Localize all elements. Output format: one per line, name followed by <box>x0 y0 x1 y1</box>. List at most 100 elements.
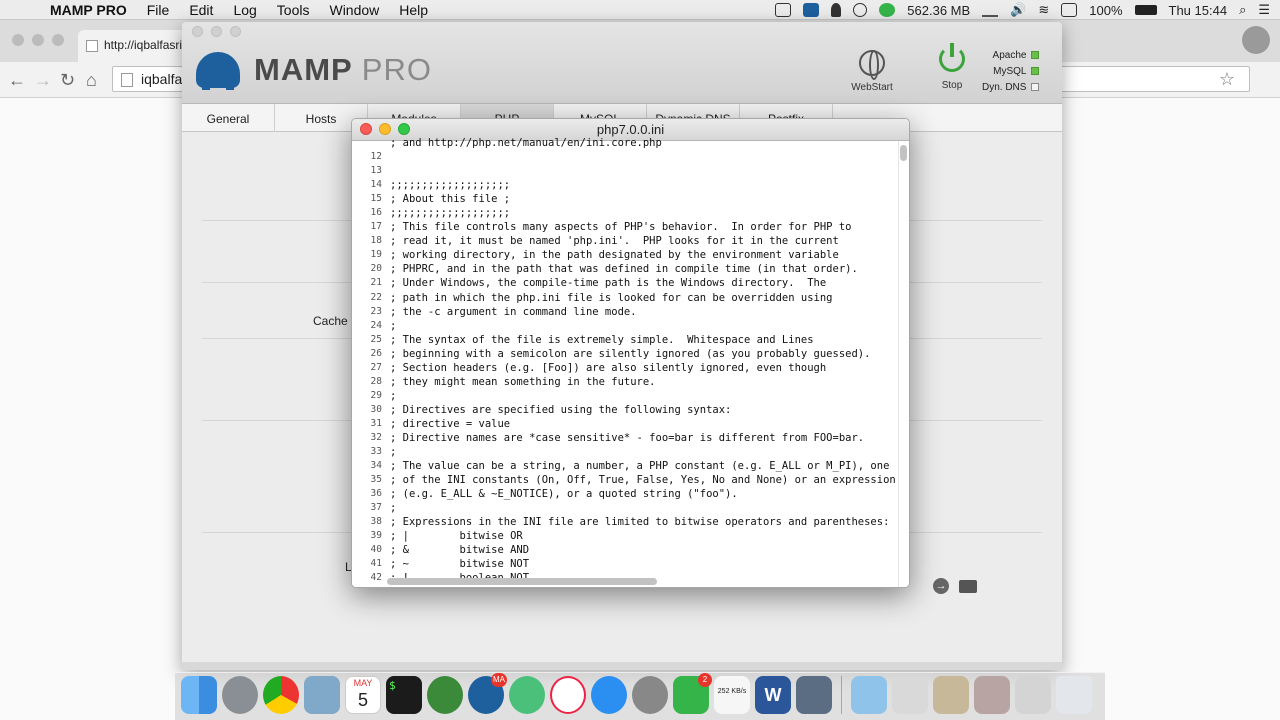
calendar-icon[interactable]: MAY 5 <box>345 676 381 714</box>
menu-tools[interactable]: Tools <box>277 2 310 18</box>
wifi-icon[interactable]: ≋ <box>1038 2 1049 18</box>
terminal-icon[interactable]: $ <box>386 676 422 714</box>
code-line[interactable]: 16;;;;;;;;;;;;;;;;;;; <box>352 206 897 220</box>
document-thumbnail-icon[interactable] <box>974 676 1010 714</box>
minimize-icon[interactable] <box>211 26 222 37</box>
menu-app-name[interactable]: MAMP PRO <box>50 2 127 18</box>
browser-tab[interactable]: http://iqbalfasri.c <box>78 30 198 62</box>
code-line[interactable]: 31 ; directive = value <box>352 417 897 431</box>
maximize-icon[interactable] <box>230 26 241 37</box>
webstart-button[interactable]: WebStart <box>844 50 900 93</box>
horizontal-scrollbar[interactable] <box>387 578 657 585</box>
code-line[interactable]: 40 ; & bitwise AND <box>352 543 897 557</box>
trash-icon[interactable] <box>1056 676 1092 714</box>
code-line[interactable]: 13 <box>352 164 897 178</box>
code-line[interactable]: 27 ; Section headers (e.g. [Foo]) are als… <box>352 361 897 375</box>
battery-icon[interactable] <box>1134 5 1157 15</box>
photo-app-icon[interactable] <box>796 676 832 714</box>
code-line[interactable]: 15 ; About this file ; <box>352 192 897 206</box>
code-line[interactable]: 33; <box>352 445 897 459</box>
code-line[interactable]: 12 <box>352 150 897 164</box>
close-icon[interactable] <box>360 123 372 135</box>
maximize-icon[interactable] <box>398 123 410 135</box>
droplet-icon[interactable] <box>853 3 868 17</box>
evernote-icon[interactable] <box>427 676 463 714</box>
volume-icon[interactable]: 🔊 <box>1010 2 1026 18</box>
atom-icon[interactable] <box>509 676 545 714</box>
code-line[interactable]: 18 ; read it, it must be named 'php.ini'.… <box>352 234 897 248</box>
bookmark-star-icon[interactable]: ☆ <box>1219 69 1235 90</box>
code-line[interactable]: 19 ; working directory, in the path desig… <box>352 248 897 262</box>
app-store-icon[interactable] <box>591 676 627 714</box>
code-line[interactable]: 38 ; Expressions in the INI file are limi… <box>352 515 897 529</box>
notes-icon[interactable] <box>1061 3 1078 17</box>
code-line[interactable]: 43 <box>352 586 897 588</box>
word-icon[interactable]: W <box>755 676 791 714</box>
reload-icon[interactable]: ↻ <box>60 70 75 91</box>
tab-general[interactable]: General <box>182 104 275 132</box>
battery-percent[interactable]: 100% <box>1089 3 1122 18</box>
camera-icon[interactable] <box>775 3 792 17</box>
code-line[interactable]: 24; <box>352 319 897 333</box>
mamp-pro-icon[interactable]: MA <box>468 673 507 714</box>
minimize-icon[interactable] <box>32 34 44 46</box>
arrow-right-icon[interactable]: → <box>933 578 949 594</box>
code-line[interactable]: 39 ; | bitwise OR <box>352 529 897 543</box>
code-line[interactable]: 32 ; Directive names are *case sensitive*… <box>352 431 897 445</box>
code-line[interactable]: 28 ; they might mean something in the fut… <box>352 375 897 389</box>
mamp-status-icon[interactable] <box>803 3 820 17</box>
code-line[interactable]: 25 ; The syntax of the file is extremely … <box>352 333 897 347</box>
vertical-scrollbar[interactable] <box>900 145 907 161</box>
finder-icon[interactable] <box>181 676 217 714</box>
code-line[interactable]: 36 ; (e.g. E_ALL & ~E_NOTICE), or a quote… <box>352 487 897 501</box>
folder-icon[interactable] <box>959 580 977 593</box>
preview-icon[interactable] <box>304 676 340 714</box>
maximize-icon[interactable] <box>52 34 64 46</box>
code-line[interactable]: 35 ; of the INI constants (On, Off, True,… <box>352 473 897 487</box>
evernote-status-icon[interactable] <box>831 3 842 17</box>
code-line[interactable]: 37; <box>352 501 897 515</box>
clock[interactable]: Thu 15:44 <box>1169 3 1228 18</box>
code-editor[interactable]: ; and http://php.net/manual/en/ini.core.… <box>352 137 909 587</box>
memory-readout[interactable]: 562.36 MB <box>907 3 970 18</box>
close-icon[interactable] <box>12 34 24 46</box>
home-icon[interactable]: ⌂ <box>86 70 97 91</box>
menu-window[interactable]: Window <box>329 2 379 18</box>
spotlight-search-icon[interactable]: ⌕ <box>1239 2 1246 18</box>
itunes-icon[interactable] <box>550 676 586 714</box>
code-line[interactable]: 26 ; beginning with a semicolon are silen… <box>352 347 897 361</box>
document-thumbnail-icon[interactable] <box>933 676 969 714</box>
code-line[interactable]: 41 ; ~ bitwise NOT <box>352 557 897 571</box>
code-line[interactable]: 14;;;;;;;;;;;;;;;;;;; <box>352 178 897 192</box>
code-line[interactable]: 21 ; Under Windows, the compile-time path… <box>352 276 897 290</box>
menu-help[interactable]: Help <box>399 2 428 18</box>
forward-arrow-icon[interactable]: → <box>34 70 52 91</box>
code-line[interactable]: 22 ; path in which the php.ini file is lo… <box>352 291 897 305</box>
notification-center-icon[interactable]: ☰ <box>1258 2 1270 18</box>
incognito-icon[interactable] <box>1242 26 1270 54</box>
code-line[interactable]: ; and http://php.net/manual/en/ini.core.… <box>352 136 897 150</box>
code-line[interactable]: 17 ; This file controls many aspects of P… <box>352 220 897 234</box>
code-line[interactable]: 34 ; The value can be a string, a number,… <box>352 459 897 473</box>
chrome-icon[interactable] <box>263 676 299 714</box>
code-line[interactable]: 23 ; the -c argument in command line mode… <box>352 305 897 319</box>
system-preferences-icon[interactable] <box>632 676 668 714</box>
code-line[interactable]: 30 ; Directives are specified using the f… <box>352 403 897 417</box>
menu-file[interactable]: File <box>147 2 170 18</box>
network-monitor-icon[interactable]: 252 KB/s <box>714 676 750 714</box>
close-icon[interactable] <box>192 26 203 37</box>
document-thumbnail-icon[interactable] <box>1015 676 1051 714</box>
code-lines[interactable]: ; and http://php.net/manual/en/ini.core.… <box>352 136 897 588</box>
document-thumbnail-icon[interactable] <box>892 676 928 714</box>
downloads-folder-icon[interactable] <box>851 676 887 714</box>
menu-log[interactable]: Log <box>233 2 256 18</box>
stop-button[interactable]: Stop <box>934 43 970 91</box>
airplay-icon[interactable] <box>982 3 999 17</box>
back-arrow-icon[interactable]: ← <box>8 70 26 91</box>
code-line[interactable]: 20 ; PHPRC, and in the path that was defi… <box>352 262 897 276</box>
launchpad-icon[interactable] <box>222 676 258 714</box>
menu-edit[interactable]: Edit <box>189 2 213 18</box>
line-status-icon[interactable] <box>879 3 896 17</box>
minimize-icon[interactable] <box>379 123 391 135</box>
code-line[interactable]: 29; <box>352 389 897 403</box>
